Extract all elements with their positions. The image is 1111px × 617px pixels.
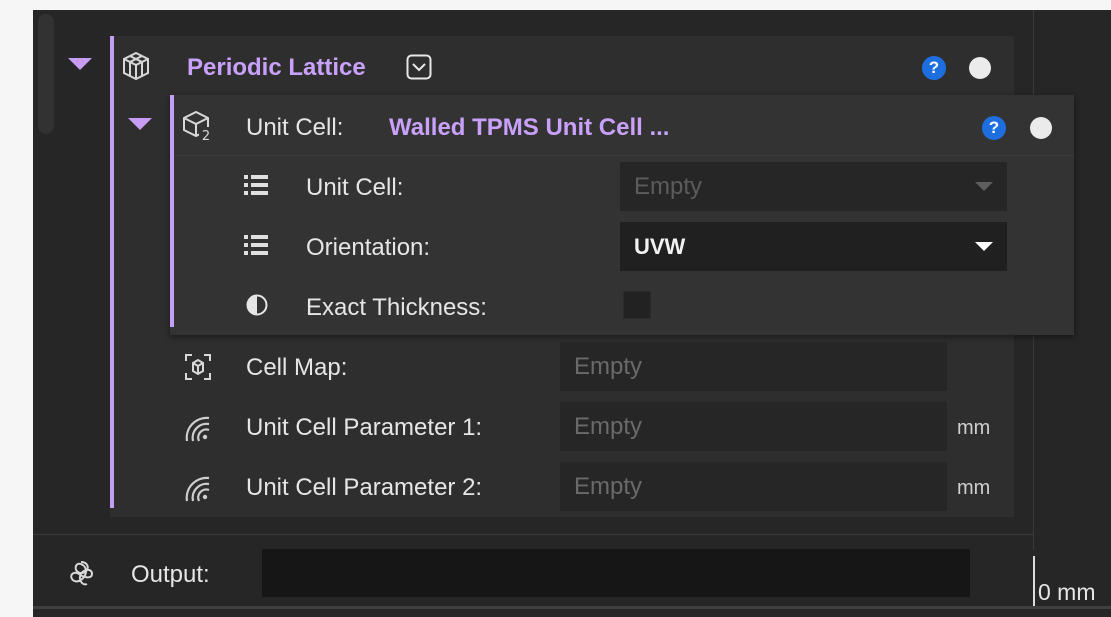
- unit-cell-help-button[interactable]: ?: [982, 116, 1006, 140]
- unit-cell-icon: 2: [182, 110, 214, 142]
- chevron-down-icon: [975, 182, 993, 191]
- exact-thickness-label: Exact Thickness:: [306, 294, 487, 321]
- orientation-label: Orientation:: [306, 234, 431, 261]
- output-label: Output:: [131, 561, 210, 588]
- output-knot-icon: [66, 559, 96, 589]
- unit-cell-accent-bar: [170, 95, 174, 327]
- lattice-accent-bar: [110, 36, 114, 508]
- scrollbar[interactable]: [38, 14, 54, 134]
- side-value: 0 mm: [1038, 579, 1096, 605]
- unit-cell-select-label: Unit Cell:: [306, 174, 404, 201]
- unit-cell-header-label: Unit Cell:: [246, 114, 344, 141]
- lattice-dropdown-button[interactable]: [406, 54, 432, 80]
- unit-cell-parameter-2-label: Unit Cell Parameter 2:: [246, 474, 483, 501]
- unit-cell-select[interactable]: Empty: [620, 162, 1007, 211]
- unit-cell-header-divider: [174, 155, 1074, 156]
- unit-cell-parameter-2-unit: mm: [957, 477, 991, 499]
- list-icon: [244, 234, 268, 256]
- svg-text:2: 2: [202, 129, 210, 142]
- expand-unit-cell-toggle[interactable]: [128, 118, 152, 130]
- orientation-select-value: UVW: [634, 233, 686, 259]
- cell-map-field[interactable]: Empty: [560, 342, 947, 391]
- unit-cell-parameter-1-unit: mm: [957, 417, 991, 439]
- unit-cell-header-value[interactable]: Walled TPMS Unit Cell ...: [389, 114, 669, 142]
- lattice-title: Periodic Lattice: [187, 54, 366, 81]
- output-field[interactable]: [262, 549, 970, 597]
- unit-cell-parameter-2-field[interactable]: Empty: [560, 462, 947, 511]
- chevron-down-icon: [975, 242, 993, 251]
- unit-cell-parameter-1-label: Unit Cell Parameter 1:: [246, 414, 483, 441]
- exact-thickness-checkbox[interactable]: [623, 291, 651, 319]
- lattice-help-button[interactable]: ?: [922, 56, 946, 80]
- cell-map-icon: [183, 352, 213, 382]
- output-divider: [33, 534, 1033, 535]
- half-circle-icon: [246, 294, 268, 316]
- panel-bottom-border: [33, 606, 1111, 609]
- list-icon: [244, 174, 268, 196]
- expand-lattice-toggle[interactable]: [68, 58, 92, 70]
- text-cursor: [1033, 556, 1035, 606]
- signal-icon: [183, 413, 213, 443]
- unit-cell-parameter-1-field[interactable]: Empty: [560, 402, 947, 451]
- unit-cell-select-value: Empty: [634, 172, 703, 200]
- lattice-cube-icon: [121, 51, 151, 81]
- unit-cell-status-dot[interactable]: [1030, 117, 1052, 139]
- lattice-status-dot[interactable]: [969, 57, 991, 79]
- cell-map-label: Cell Map:: [246, 354, 348, 381]
- signal-icon: [183, 473, 213, 503]
- orientation-select[interactable]: UVW: [620, 222, 1007, 271]
